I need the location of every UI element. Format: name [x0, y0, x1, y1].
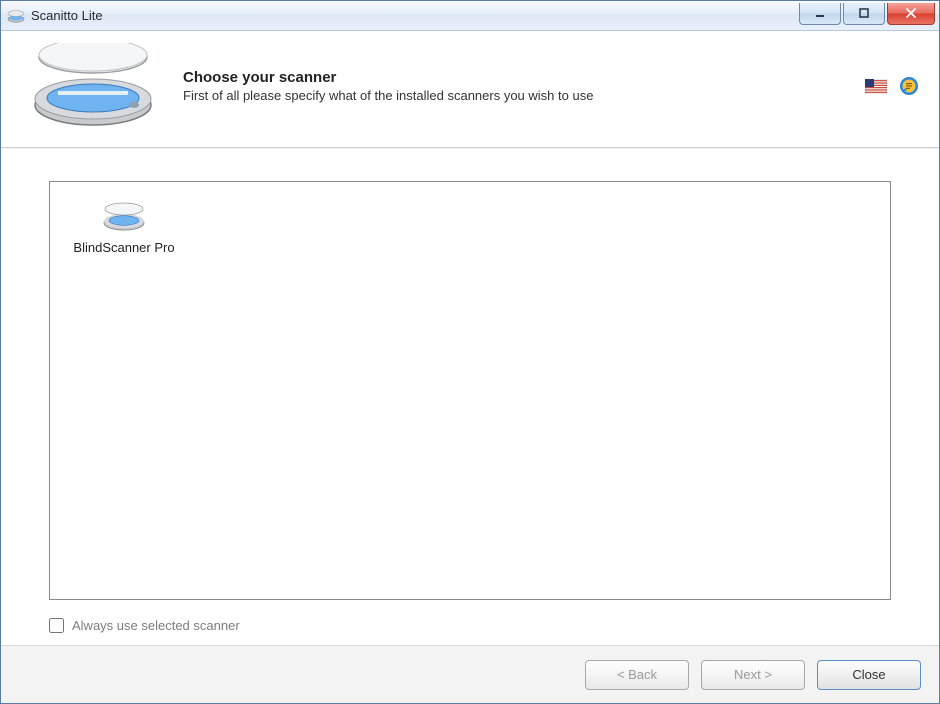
back-button[interactable]: < Back: [585, 660, 689, 690]
wizard-header: Choose your scanner First of all please …: [1, 31, 939, 148]
wizard-content: BlindScanner Pro Always use selected sca…: [1, 148, 939, 645]
next-button[interactable]: Next >: [701, 660, 805, 690]
close-window-button[interactable]: [887, 3, 935, 25]
app-icon: [7, 9, 25, 23]
header-heading: Choose your scanner: [183, 69, 865, 86]
wizard-footer: < Back Next > Close: [1, 645, 939, 703]
close-button[interactable]: Close: [817, 660, 921, 690]
scanner-item-icon: [100, 200, 148, 232]
always-use-checkbox-row[interactable]: Always use selected scanner: [49, 618, 891, 633]
scanner-list[interactable]: BlindScanner Pro: [49, 181, 891, 600]
scanner-illustration-icon: [13, 43, 173, 129]
language-flag-icon[interactable]: [865, 79, 887, 94]
scanner-item-label: BlindScanner Pro: [73, 240, 174, 255]
header-icons: [865, 76, 923, 96]
header-subheading: First of all please specify what of the …: [183, 88, 865, 103]
titlebar: Scanitto Lite: [1, 1, 939, 31]
always-use-label: Always use selected scanner: [72, 618, 240, 633]
help-icon[interactable]: [899, 76, 919, 96]
always-use-checkbox[interactable]: [49, 618, 64, 633]
window-controls: [797, 3, 939, 25]
header-text: Choose your scanner First of all please …: [173, 69, 865, 103]
window-title: Scanitto Lite: [31, 8, 103, 23]
scanner-item[interactable]: BlindScanner Pro: [64, 196, 184, 259]
maximize-button[interactable]: [843, 3, 885, 25]
app-window: Scanitto Lite: [0, 0, 940, 704]
minimize-button[interactable]: [799, 3, 841, 25]
